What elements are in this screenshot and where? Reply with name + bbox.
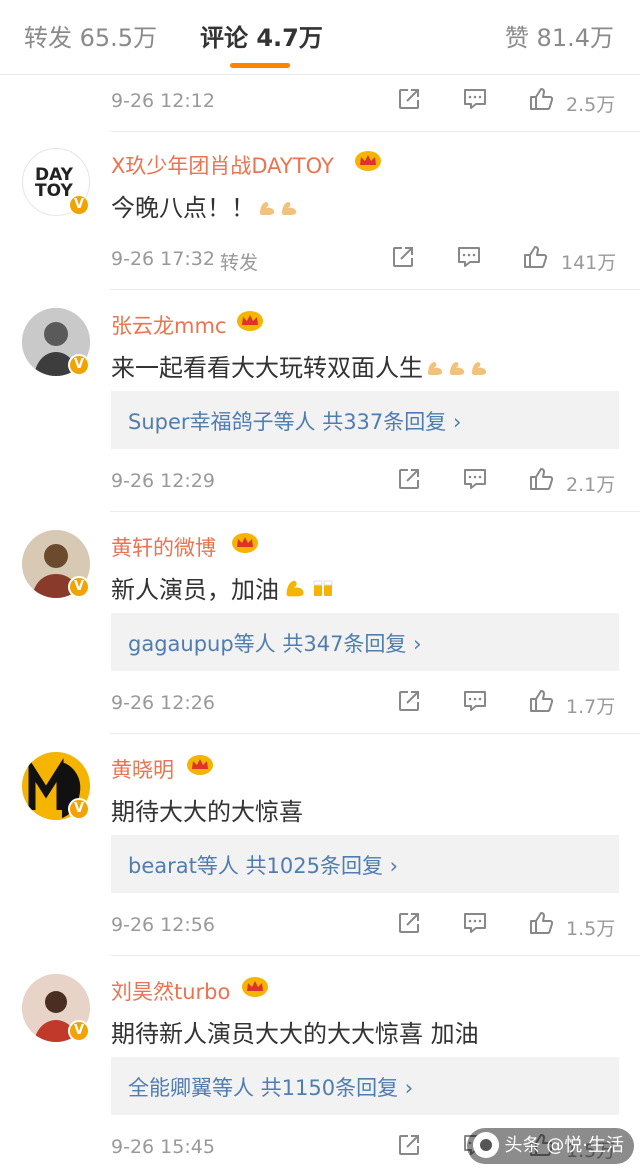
muscle-emoji-icon: [469, 356, 489, 376]
comment-text-content: 来一起看看大大玩转双面人生: [111, 354, 423, 382]
reply-summary[interactable]: Super幸福鸽子等人 共337条回复 ›: [111, 391, 619, 449]
comment-time: 9-26 12:12: [111, 90, 215, 112]
share-icon[interactable]: [390, 244, 416, 270]
comment-icon[interactable]: [462, 688, 488, 714]
username[interactable]: 黄晓明: [111, 754, 174, 784]
username[interactable]: 黄轩的微博: [111, 532, 216, 562]
muscle-emoji-icon: [447, 356, 467, 376]
crown-icon: [354, 148, 382, 172]
reply-summary[interactable]: 全能卿翼等人 共1150条回复 ›: [111, 1057, 619, 1115]
comment-item: DAY TOY V X玖少年团肖战DAYTOY 今晚八点！！ 9-26 17:3…: [0, 132, 640, 288]
comment-meta-row: 9-26 12:29 2.1万: [0, 462, 640, 502]
muscle-emoji-icon: [257, 196, 277, 216]
like-count: 1.5万: [566, 918, 616, 940]
reply-link[interactable]: gagaupup等人 共347条回复 ›: [128, 628, 422, 658]
thumbs-up-icon[interactable]: [528, 466, 554, 492]
crown-icon: [186, 752, 214, 776]
share-icon[interactable]: [396, 1132, 422, 1158]
comment-icon[interactable]: [462, 466, 488, 492]
like-count: 1.7万: [566, 696, 616, 718]
comment-time: 9-26 17:32: [111, 248, 215, 270]
source-watermark: 头条 @悦·生活: [466, 1128, 634, 1164]
share-icon[interactable]: [396, 86, 422, 112]
comment-item: V 黄轩的微博 新人演员，加油 gagaupup等人 共347条回复 › 9-2…: [0, 512, 640, 734]
beer-emoji-icon: [311, 576, 335, 600]
comment-icon[interactable]: [462, 910, 488, 936]
share-icon[interactable]: [396, 910, 422, 936]
verified-badge-icon: V: [68, 354, 90, 376]
reply-link[interactable]: 全能卿翼等人 共1150条回复 ›: [128, 1072, 413, 1102]
comment-item: V 张云龙mmc 来一起看看大大玩转双面人生 Super幸福鸽子等人 共337条…: [0, 290, 640, 512]
muscle-emoji-icon: [281, 576, 309, 600]
active-tab-indicator: [230, 63, 290, 68]
comment-meta-row: 9-26 12:12 2.5万: [0, 82, 640, 122]
comment-text: 来一起看看大大玩转双面人生: [111, 348, 489, 383]
comment-text-content: 今晚八点！！: [111, 194, 255, 222]
comment-meta-row: 9-26 12:26 1.7万: [0, 684, 640, 724]
watermark-text: 头条 @悦·生活: [504, 1135, 624, 1156]
comment-icon[interactable]: [456, 244, 482, 270]
reply-link[interactable]: Super幸福鸽子等人 共337条回复 ›: [128, 406, 461, 436]
tab-bar: 转发 65.5万 评论 4.7万 赞 81.4万: [0, 0, 640, 75]
like-count: 141万: [561, 252, 617, 274]
thumbs-up-icon[interactable]: [528, 86, 554, 112]
reply-summary[interactable]: gagaupup等人 共347条回复 ›: [111, 613, 619, 671]
comment-time: 9-26 15:45: [111, 1136, 215, 1158]
crown-icon: [241, 974, 269, 998]
like-count: 2.1万: [566, 474, 616, 496]
muscle-emoji-icon: [279, 196, 299, 216]
crown-icon: [236, 308, 264, 332]
comment-text: 今晚八点！！: [111, 188, 299, 223]
share-icon[interactable]: [396, 466, 422, 492]
thumbs-up-icon[interactable]: [528, 688, 554, 714]
comment-text-content: 新人演员，加油: [111, 576, 279, 604]
toutiao-logo-icon: [472, 1132, 499, 1158]
comment-text: 期待新人演员大大的大大惊喜 加油: [111, 1020, 479, 1048]
comment-item: V 黄晓明 期待大大的大惊喜 bearat等人 共1025条回复 › 9-26 …: [0, 734, 640, 956]
thumbs-up-icon[interactable]: [528, 910, 554, 936]
verified-badge-icon: V: [68, 576, 90, 598]
muscle-emoji-icon: [425, 356, 445, 376]
reply-link[interactable]: bearat等人 共1025条回复 ›: [128, 850, 398, 880]
comment-time: 9-26 12:29: [111, 470, 215, 492]
comment-text: 新人演员，加油: [111, 570, 335, 605]
tab-likes[interactable]: 赞 81.4万: [505, 18, 614, 53]
username[interactable]: 张云龙mmc: [111, 310, 226, 340]
tab-comments[interactable]: 评论 4.7万: [200, 18, 323, 53]
comment-time: 9-26 12:56: [111, 914, 215, 936]
tab-repost[interactable]: 转发 65.5万: [24, 18, 157, 53]
thumbs-up-icon[interactable]: [522, 244, 548, 270]
comment-meta-row: 9-26 17:32 转发 141万: [0, 240, 640, 280]
comment-meta-row: 9-26 12:56 1.5万: [0, 906, 640, 946]
verified-badge-icon: V: [68, 194, 90, 216]
verified-badge-icon: V: [68, 798, 90, 820]
reply-summary[interactable]: bearat等人 共1025条回复 ›: [111, 835, 619, 893]
username[interactable]: X玖少年团肖战DAYTOY: [111, 150, 334, 180]
share-icon[interactable]: [396, 688, 422, 714]
forward-label[interactable]: 转发: [220, 248, 258, 275]
comment-text: 期待大大的大惊喜: [111, 798, 303, 826]
verified-badge-icon: V: [68, 1020, 90, 1042]
like-count: 2.5万: [566, 94, 616, 116]
crown-icon: [231, 530, 259, 554]
comment-icon[interactable]: [462, 86, 488, 112]
comment-time: 9-26 12:26: [111, 692, 215, 714]
username[interactable]: 刘昊然turbo: [111, 976, 230, 1006]
